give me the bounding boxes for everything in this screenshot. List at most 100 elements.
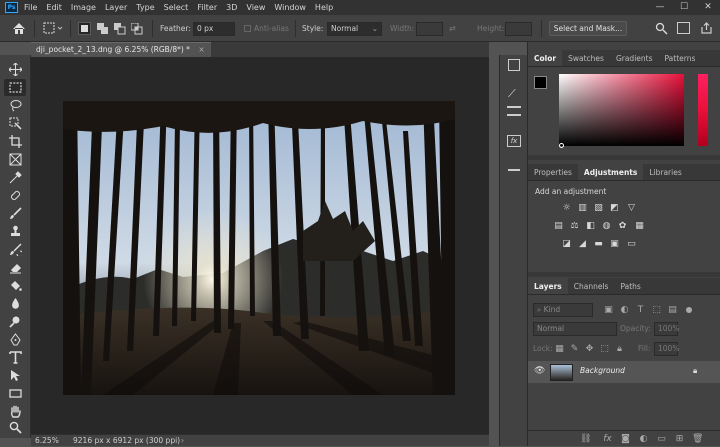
- document-tab[interactable]: dji_pocket_2_13.dng @ 6.25% (RGB/8*) * ×: [31, 42, 211, 57]
- new-group-icon[interactable]: ▭: [656, 434, 667, 444]
- menu-view[interactable]: View: [246, 3, 265, 12]
- color-lookup-icon[interactable]: ▦: [634, 221, 645, 231]
- color-picker-marker[interactable]: [559, 143, 564, 148]
- tab-swatches[interactable]: Swatches: [562, 50, 610, 66]
- lock-position-icon[interactable]: ✥: [584, 344, 595, 354]
- brush-settings-icon[interactable]: ⟋: [508, 87, 516, 101]
- menu-filter[interactable]: Filter: [197, 3, 217, 12]
- close-window-button[interactable]: ✕: [696, 0, 720, 15]
- new-selection-icon[interactable]: [78, 22, 91, 35]
- pen-tool-icon[interactable]: [4, 331, 26, 348]
- hue-slider[interactable]: [698, 74, 708, 146]
- status-arrow-icon[interactable]: ›: [181, 435, 184, 447]
- object-selection-tool-icon[interactable]: [4, 115, 26, 132]
- layer-name[interactable]: Background: [580, 366, 625, 375]
- menu-layer[interactable]: Layer: [105, 3, 127, 12]
- filter-pixel-icon[interactable]: ▣: [603, 305, 614, 315]
- adjustments-sliders-icon[interactable]: [507, 106, 521, 116]
- width-input[interactable]: [416, 22, 443, 36]
- blur-tool-icon[interactable]: [4, 295, 26, 312]
- dodge-tool-icon[interactable]: [4, 313, 26, 330]
- visibility-eye-icon[interactable]: 👁︎: [534, 366, 545, 376]
- opacity-input[interactable]: 100%: [654, 322, 679, 336]
- rectangle-tool-icon[interactable]: [4, 385, 26, 402]
- eyedropper-tool-icon[interactable]: [4, 169, 26, 186]
- new-fill-layer-icon[interactable]: ◐: [638, 434, 649, 444]
- tab-gradients[interactable]: Gradients: [610, 50, 659, 66]
- color-field[interactable]: [559, 74, 684, 146]
- document-canvas[interactable]: [63, 101, 455, 395]
- tab-channels[interactable]: Channels: [568, 278, 615, 294]
- paint-bucket-tool-icon[interactable]: [4, 277, 26, 294]
- zoom-level[interactable]: 6.25%: [35, 435, 59, 447]
- tab-adjustments[interactable]: Adjustments: [577, 164, 644, 180]
- feather-input[interactable]: 0 px: [193, 22, 235, 36]
- layer-mask-icon[interactable]: ◙: [620, 434, 631, 444]
- new-layer-icon[interactable]: ⊞: [674, 434, 685, 444]
- channel-mixer-icon[interactable]: ✿: [617, 221, 628, 231]
- home-icon[interactable]: [12, 22, 26, 37]
- brightness-icon[interactable]: ☼: [561, 203, 572, 213]
- tab-properties[interactable]: Properties: [528, 164, 578, 180]
- curves-icon[interactable]: ▧: [593, 203, 604, 213]
- height-input[interactable]: [505, 22, 532, 36]
- filter-smart-icon[interactable]: ▤: [667, 305, 678, 315]
- levels-icon[interactable]: ▥: [577, 203, 588, 213]
- history-brush-tool-icon[interactable]: [4, 241, 26, 258]
- menu-type[interactable]: Type: [136, 3, 154, 12]
- black-white-icon[interactable]: ◧: [585, 221, 596, 231]
- share-icon[interactable]: [700, 22, 713, 35]
- threshold-icon[interactable]: ▬: [593, 239, 604, 249]
- menu-help[interactable]: Help: [315, 3, 333, 12]
- clone-stamp-tool-icon[interactable]: [4, 223, 26, 240]
- filter-shape-icon[interactable]: ⬚: [651, 305, 662, 315]
- stamp-icon[interactable]: [508, 159, 520, 171]
- styles-fx-icon[interactable]: fx: [507, 135, 521, 147]
- search-icon[interactable]: [655, 22, 668, 35]
- lasso-tool-icon[interactable]: [4, 97, 26, 114]
- exposure-icon[interactable]: ◩: [609, 203, 620, 213]
- hand-tool-icon[interactable]: [4, 403, 26, 420]
- tab-libraries[interactable]: Libraries: [643, 164, 687, 180]
- filter-toggle-icon[interactable]: [686, 307, 692, 313]
- history-icon[interactable]: [508, 59, 520, 71]
- zoom-tool-icon[interactable]: [4, 419, 26, 436]
- antialias-checkbox[interactable]: [244, 25, 251, 32]
- maximize-button[interactable]: ☐: [672, 0, 696, 15]
- selective-color-icon[interactable]: ▣: [609, 239, 620, 249]
- crop-tool-icon[interactable]: [4, 133, 26, 150]
- eraser-tool-icon[interactable]: [4, 259, 26, 276]
- path-selection-tool-icon[interactable]: [4, 367, 26, 384]
- lock-artboard-icon[interactable]: ⬚: [599, 344, 610, 354]
- filter-adjustment-icon[interactable]: ◐: [619, 305, 630, 315]
- filter-type-icon[interactable]: T: [635, 305, 646, 315]
- minimize-button[interactable]: —: [648, 0, 672, 15]
- menu-file[interactable]: File: [24, 3, 37, 12]
- layer-style-fx-icon[interactable]: fx: [602, 434, 613, 444]
- layer-row-background[interactable]: 👁︎ Background 🔒︎: [528, 361, 720, 383]
- style-select[interactable]: Normal ⌄: [327, 22, 382, 36]
- color-balance-icon[interactable]: ⚖: [569, 221, 580, 231]
- marquee-preset-icon[interactable]: [43, 22, 63, 36]
- foreground-color-swatch[interactable]: [534, 76, 547, 89]
- lock-image-icon[interactable]: ✎: [569, 344, 580, 354]
- link-layers-icon[interactable]: ⛓︎: [580, 434, 591, 444]
- menu-3d[interactable]: 3D: [226, 3, 237, 12]
- subtract-selection-icon[interactable]: [114, 23, 126, 37]
- move-tool-icon[interactable]: [4, 61, 26, 78]
- rectangular-marquee-tool-icon[interactable]: [4, 79, 26, 96]
- menu-edit[interactable]: Edit: [46, 3, 62, 12]
- blend-mode-select[interactable]: Normal: [533, 322, 617, 336]
- tab-patterns[interactable]: Patterns: [659, 50, 702, 66]
- menu-image[interactable]: Image: [71, 3, 96, 12]
- menu-window[interactable]: Window: [274, 3, 306, 12]
- fill-input[interactable]: 100%: [654, 342, 679, 356]
- add-selection-icon[interactable]: [97, 23, 109, 37]
- lock-all-icon[interactable]: 🔒︎: [614, 344, 625, 354]
- photo-filter-icon[interactable]: ◍: [601, 221, 612, 231]
- tab-layers[interactable]: Layers: [528, 278, 568, 294]
- tab-paths[interactable]: Paths: [614, 278, 646, 294]
- layer-filter-select[interactable]: ⌕ Kind: [533, 303, 593, 317]
- intersect-selection-icon[interactable]: [130, 22, 143, 37]
- posterize-icon[interactable]: ◢: [577, 239, 588, 249]
